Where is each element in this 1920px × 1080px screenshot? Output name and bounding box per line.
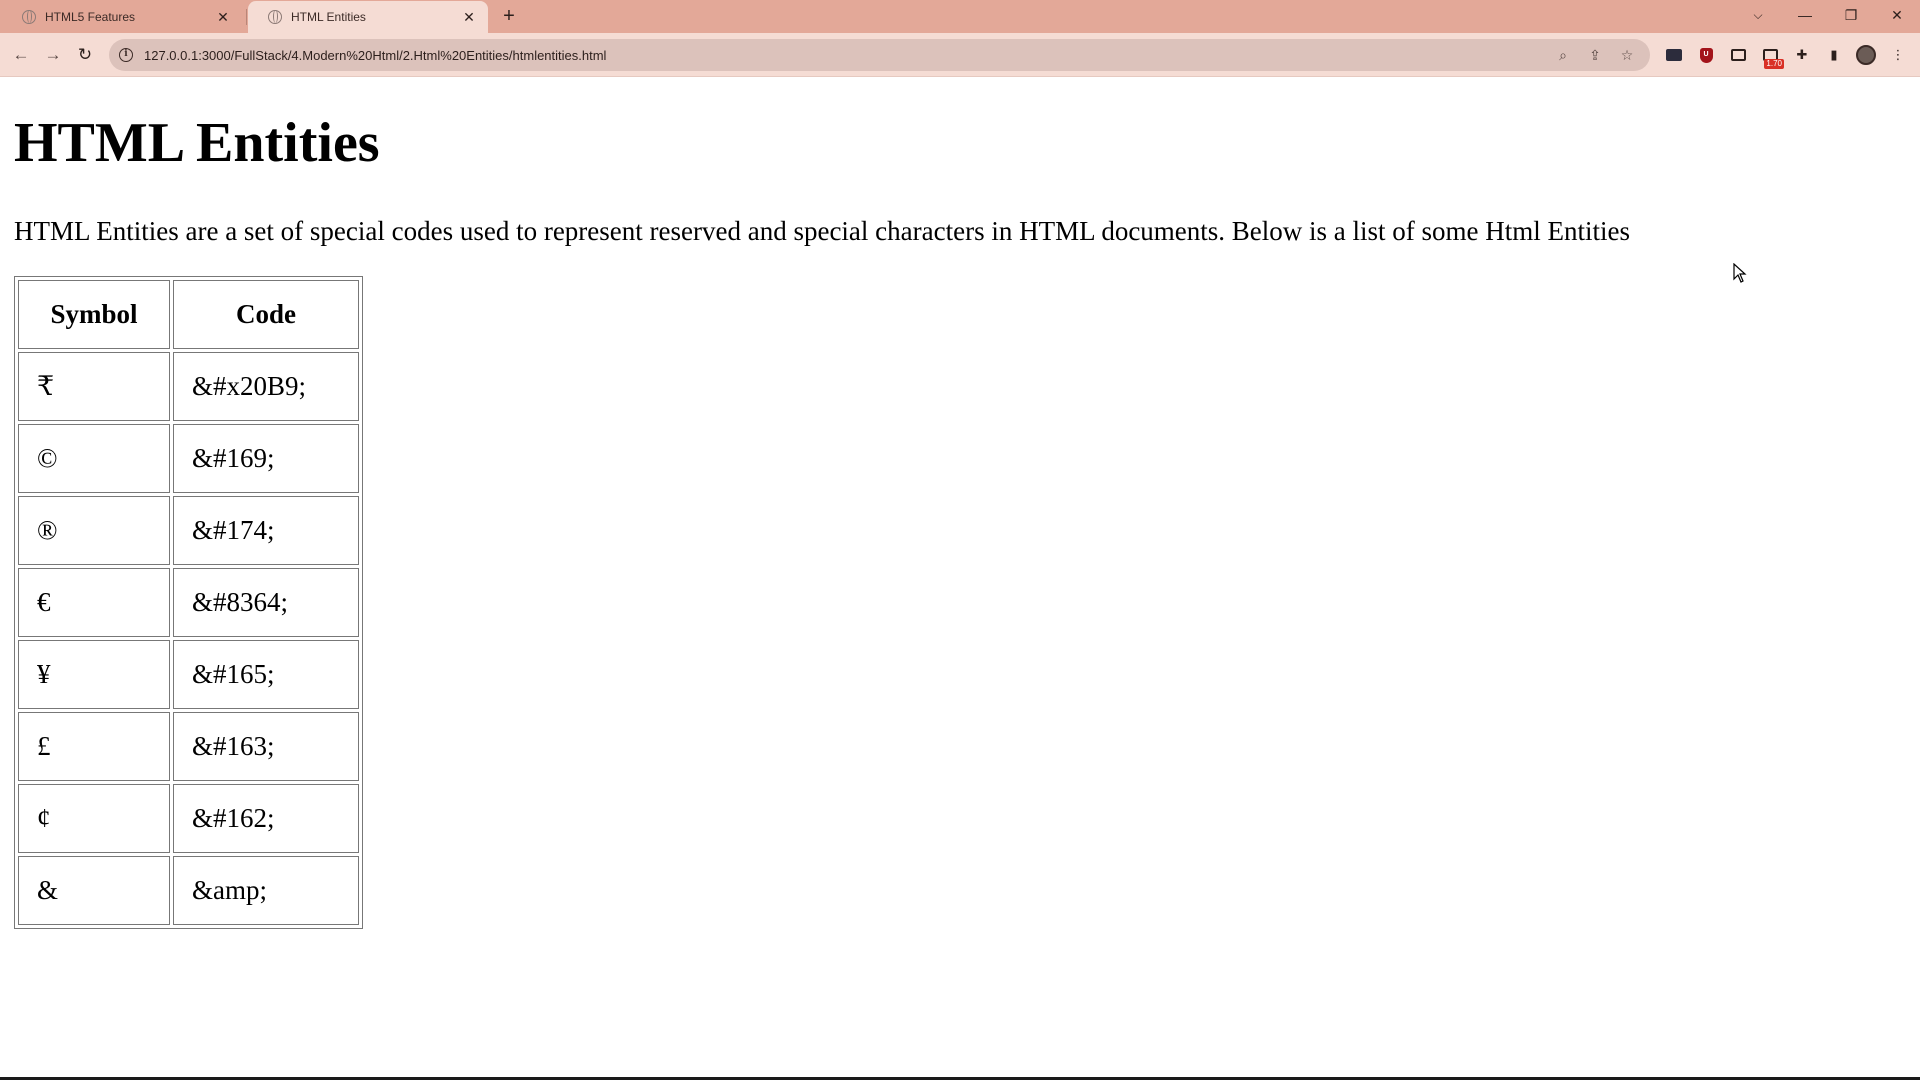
zoom-icon[interactable]: ⌕ [1550, 42, 1576, 68]
mouse-cursor-icon [1733, 263, 1747, 283]
code-cell: &#163; [173, 712, 359, 781]
close-tab-icon[interactable]: ✕ [460, 8, 478, 26]
tab-title: HTML5 Features [45, 10, 136, 24]
table-row: ® &#174; [18, 496, 359, 565]
video-speed-extension-icon[interactable]: 1.70 [1756, 41, 1784, 69]
code-cell: &#162; [173, 784, 359, 853]
reload-button[interactable]: ↻ [71, 41, 99, 69]
restore-button[interactable]: ❐ [1828, 0, 1874, 30]
new-tab-button[interactable]: + [497, 4, 521, 28]
tab-html-entities[interactable]: HTML Entities ✕ [248, 1, 488, 33]
back-button[interactable]: ← [7, 41, 35, 69]
extension-icon[interactable] [1660, 41, 1688, 69]
symbol-cell: ¥ [18, 640, 170, 709]
tab-title: HTML Entities [291, 10, 366, 24]
symbol-cell: © [18, 424, 170, 493]
extensions-area: U 1.70 ✚ ▮ ⋮ [1660, 41, 1912, 69]
symbol-cell: ® [18, 496, 170, 565]
symbol-cell: ₹ [18, 352, 170, 421]
table-row: € &#8364; [18, 568, 359, 637]
window-controls: — ❐ ✕ [1782, 0, 1920, 30]
side-panel-icon[interactable]: ▮ [1820, 41, 1848, 69]
forward-button[interactable]: → [39, 41, 67, 69]
table-row: & &amp; [18, 856, 359, 925]
url-text[interactable]: 127.0.0.1:3000/FullStack/4.Modern%20Html… [144, 48, 1550, 63]
symbol-cell: £ [18, 712, 170, 781]
profile-avatar[interactable] [1852, 41, 1880, 69]
bookmark-star-icon[interactable]: ☆ [1614, 42, 1640, 68]
page-title: HTML Entities [14, 112, 380, 174]
ublock-shield-icon[interactable]: U [1692, 41, 1720, 69]
table-row: © &#169; [18, 424, 359, 493]
picture-in-picture-icon[interactable] [1724, 41, 1752, 69]
table-row: ¢ &#162; [18, 784, 359, 853]
globe-icon [22, 10, 36, 24]
browser-toolbar: ← → ↻ i 127.0.0.1:3000/FullStack/4.Moder… [0, 33, 1920, 77]
table-header-row: Symbol Code [18, 280, 359, 349]
close-window-button[interactable]: ✕ [1874, 0, 1920, 30]
browser-menu-icon[interactable]: ⋮ [1884, 41, 1912, 69]
tab-divider [246, 9, 247, 25]
column-header-symbol: Symbol [18, 280, 170, 349]
symbol-cell: ¢ [18, 784, 170, 853]
code-cell: &#165; [173, 640, 359, 709]
extensions-puzzle-icon[interactable]: ✚ [1788, 41, 1816, 69]
column-header-code: Code [173, 280, 359, 349]
globe-icon [268, 10, 282, 24]
entities-table: Symbol Code ₹ &#x20B9; © &#169; ® &#174;… [14, 276, 363, 929]
code-cell: &#x20B9; [173, 352, 359, 421]
minimize-button[interactable]: — [1782, 0, 1828, 30]
address-bar-actions: ⌕ ⇪ ☆ [1550, 42, 1650, 68]
tab-search-chevron-icon[interactable]: ⌵ [1744, 4, 1772, 26]
table-row: ¥ &#165; [18, 640, 359, 709]
code-cell: &#174; [173, 496, 359, 565]
close-tab-icon[interactable]: ✕ [214, 8, 232, 26]
share-icon[interactable]: ⇪ [1582, 42, 1608, 68]
page-content: HTML Entities HTML Entities are a set of… [0, 77, 1920, 1080]
address-bar[interactable]: i 127.0.0.1:3000/FullStack/4.Modern%20Ht… [109, 39, 1650, 71]
code-cell: &amp; [173, 856, 359, 925]
intro-paragraph: HTML Entities are a set of special codes… [14, 216, 1631, 246]
extension-badge: 1.70 [1764, 59, 1784, 69]
code-cell: &#169; [173, 424, 359, 493]
site-info-icon[interactable]: i [119, 48, 133, 62]
symbol-cell: & [18, 856, 170, 925]
table-row: £ &#163; [18, 712, 359, 781]
tab-strip: HTML5 Features ✕ HTML Entities ✕ + ⌵ — ❐… [0, 0, 1920, 33]
tab-html5-features[interactable]: HTML5 Features ✕ [2, 1, 242, 33]
code-cell: &#8364; [173, 568, 359, 637]
symbol-cell: € [18, 568, 170, 637]
table-row: ₹ &#x20B9; [18, 352, 359, 421]
